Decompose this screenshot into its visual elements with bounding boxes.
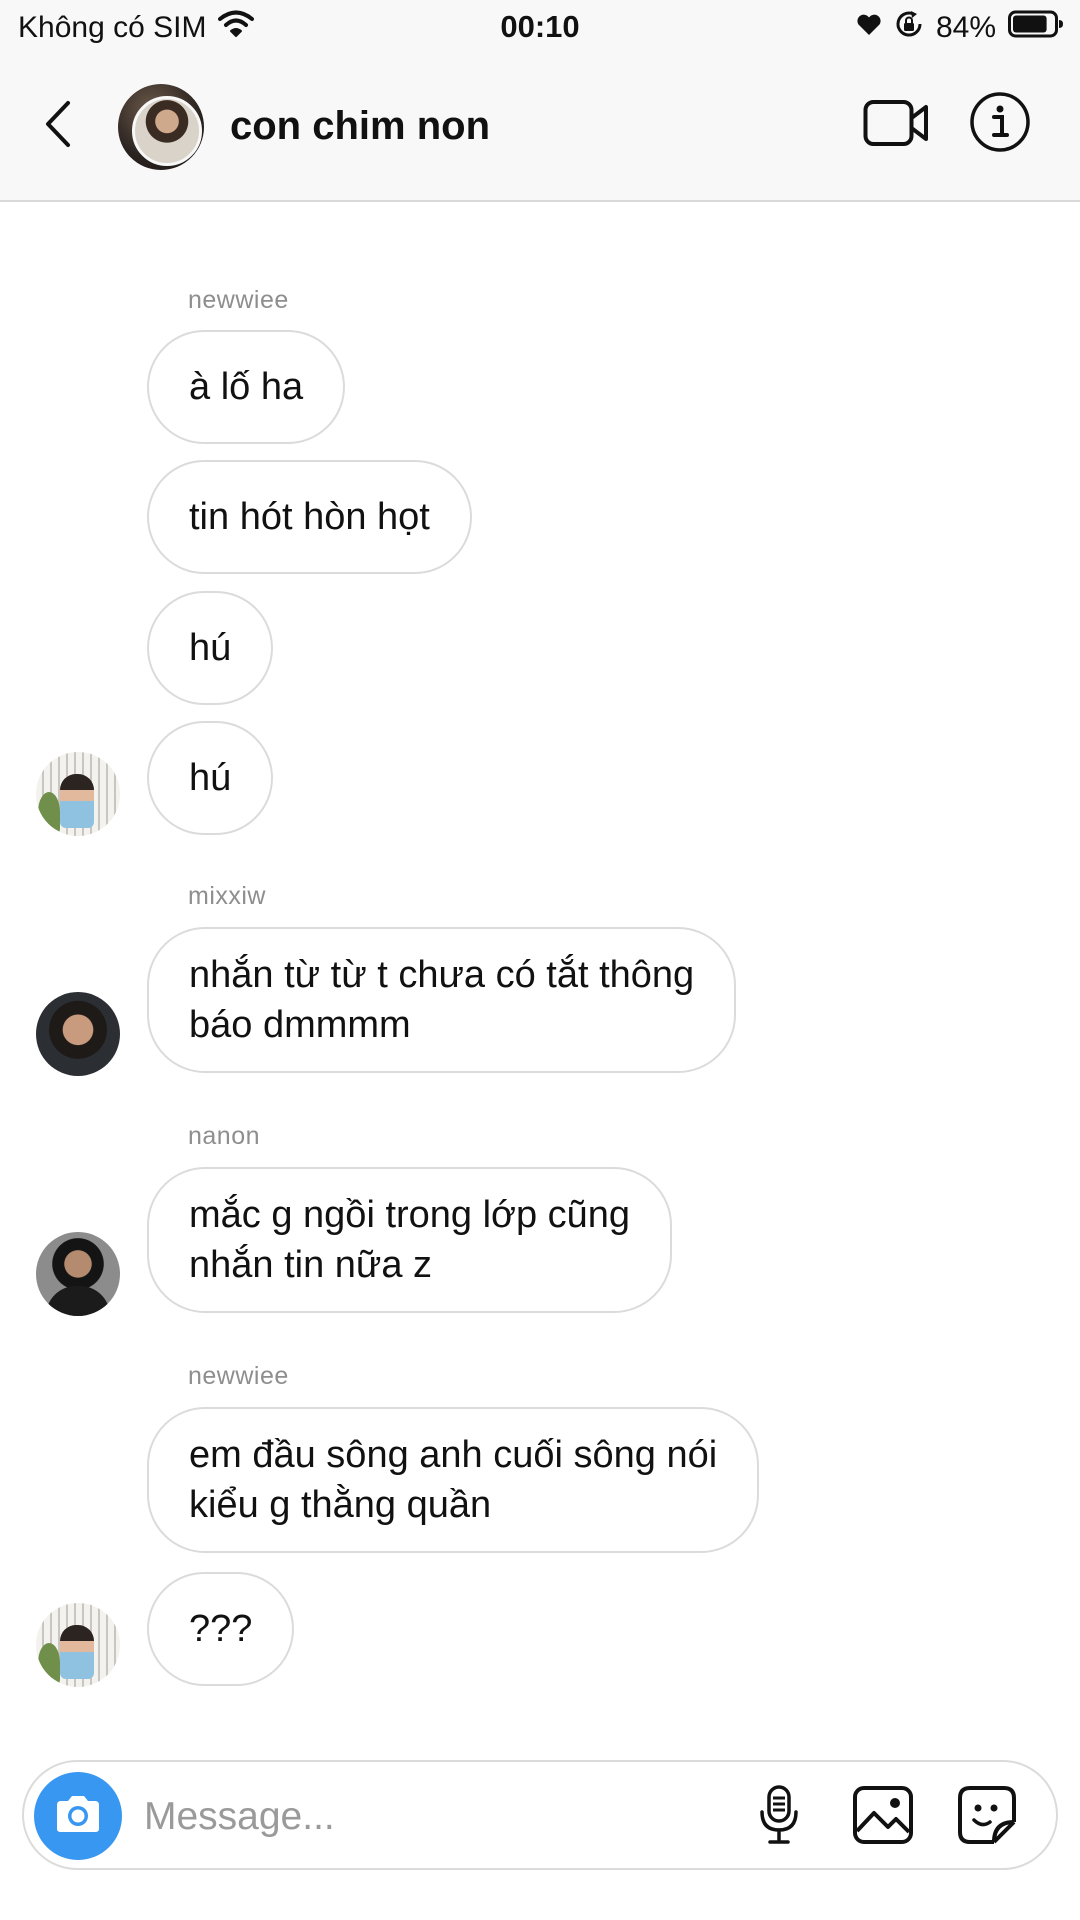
gallery-icon: [852, 1785, 914, 1850]
sticker-button[interactable]: [954, 1784, 1020, 1850]
message-bubble[interactable]: nhắn từ từ t chưa có tắt thông báo dmmmm: [147, 927, 737, 1073]
orientation-lock-icon: [894, 9, 924, 47]
sender-name: newwiee: [188, 1362, 289, 1390]
battery-percent: 84%: [935, 11, 996, 44]
message-bubble[interactable]: hú: [147, 721, 274, 835]
message-text: hú: [189, 627, 232, 669]
message-input[interactable]: [142, 1784, 706, 1850]
message-line: báo dmmmm: [189, 1004, 411, 1046]
back-button[interactable]: [28, 96, 88, 156]
microphone-icon: [757, 1784, 801, 1851]
sender-name: nanon: [188, 1122, 261, 1150]
status-bar: Không có SIM 00:10 84%: [0, 0, 1080, 56]
message-bubble[interactable]: ???: [147, 1572, 295, 1686]
video-camera-icon: [863, 98, 929, 153]
camera-icon: [53, 1793, 103, 1840]
message-line: kiểu g thằng quần: [189, 1484, 492, 1526]
message-text: em đầu sông anh cuối sông nói kiểu g thằ…: [189, 1430, 717, 1530]
back-chevron-icon: [42, 99, 74, 154]
chat-header: con chim non: [0, 56, 1080, 202]
message-composer: [22, 1760, 1058, 1870]
sticker-icon: [956, 1784, 1018, 1851]
voice-message-button[interactable]: [746, 1784, 812, 1850]
message-text: nhắn từ từ t chưa có tắt thông báo dmmmm: [189, 950, 694, 1050]
avatar-newwiee[interactable]: [36, 1603, 120, 1687]
message-line: em đầu sông anh cuối sông nói: [189, 1434, 718, 1476]
gallery-button[interactable]: [850, 1784, 916, 1850]
group-avatar-front: [132, 96, 202, 166]
message-bubble[interactable]: mắc g ngồi trong lớp cũng nhắn tin nữa z: [147, 1167, 673, 1313]
group-avatar[interactable]: [118, 84, 204, 170]
avatar-newwiee[interactable]: [36, 752, 120, 836]
sender-name: mixxiw: [188, 882, 266, 910]
sender-name: newwiee: [188, 286, 289, 314]
message-text: tin hót hòn họt: [189, 496, 430, 538]
avatar-nanon[interactable]: [36, 1232, 120, 1316]
chat-title[interactable]: con chim non: [230, 104, 490, 149]
status-right: 84%: [856, 9, 1064, 47]
heart-icon: [856, 11, 882, 45]
info-button[interactable]: [968, 91, 1032, 158]
message-line: mắc g ngồi trong lớp cũng: [189, 1194, 631, 1236]
camera-button[interactable]: [34, 1772, 122, 1860]
message-text: mắc g ngồi trong lớp cũng nhắn tin nữa z: [189, 1190, 630, 1290]
message-bubble[interactable]: à lố ha: [147, 330, 346, 444]
video-call-button[interactable]: [860, 94, 932, 156]
message-line: nhắn từ từ t chưa có tắt thông: [189, 954, 695, 996]
message-bubble[interactable]: tin hót hòn họt: [147, 460, 472, 574]
avatar-mixxiw[interactable]: [36, 992, 120, 1076]
message-text: hú: [189, 757, 232, 799]
message-text: ???: [189, 1608, 253, 1650]
info-icon: [969, 91, 1031, 158]
message-bubble[interactable]: em đầu sông anh cuối sông nói kiểu g thằ…: [147, 1407, 760, 1553]
message-bubble[interactable]: hú: [147, 591, 274, 705]
battery-icon: [1008, 10, 1064, 46]
message-line: nhắn tin nữa z: [189, 1244, 433, 1286]
message-text: à lố ha: [189, 366, 304, 408]
